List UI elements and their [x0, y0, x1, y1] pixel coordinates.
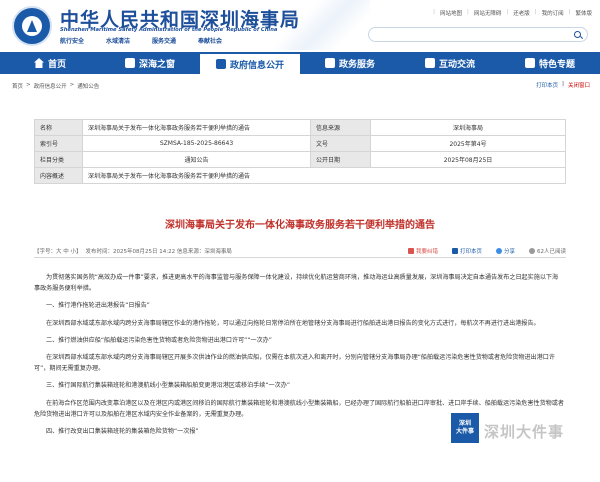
eye-icon [529, 248, 535, 254]
site-header: 中华人民共和国深圳海事局 Shenzhen Maritime Safety Ad… [0, 0, 600, 50]
share-icon [495, 248, 502, 254]
print-icon [451, 248, 458, 254]
watermark-badge: 深圳 大件事 [451, 413, 479, 443]
link-sitemap[interactable]: 网站地图 [440, 9, 462, 17]
chat-icon [424, 58, 435, 68]
nav-home[interactable]: 首页 [0, 52, 100, 74]
slogan: 奉献社会 [198, 38, 223, 45]
error-report-button[interactable]: 我要纠错 [407, 247, 438, 255]
slogan: 航行安全 [60, 38, 85, 45]
topics-icon [524, 58, 535, 68]
table-row: 名称 深圳海事局关于发布一体化海事政务服务若干便利举措的通告 信息来源 深圳海事… [34, 119, 566, 136]
view-count: 62人已阅读 [529, 247, 566, 255]
document-icon [215, 59, 226, 69]
nav-window[interactable]: 深海之窗 [100, 52, 200, 74]
article-meta: 【字号：大 中 小】 发布时间：2025年08月25日 14:22 信息来源：深… [34, 244, 566, 258]
nav-topics[interactable]: 特色专题 [500, 52, 600, 74]
breadcrumb-home[interactable]: 首页 [12, 82, 23, 90]
nav-gov-info[interactable]: 政府信息公开 [200, 52, 300, 74]
search-input[interactable] [368, 27, 588, 42]
print-button[interactable]: 打印本页 [451, 247, 482, 255]
home-icon [33, 58, 44, 68]
site-slogans: 航行安全 水域清洁 服务交通 奉献社会 [60, 36, 222, 45]
table-row: 内容概述 深圳海事局关于发布一体化海事政务服务若干便利举措的通告 [34, 167, 566, 184]
share-button[interactable]: 分享 [495, 247, 515, 255]
table-row: 栏目分类 通知公告 公开日期 2025年08月25日 [34, 151, 566, 168]
font-size-switcher[interactable]: 【字号：大 中 小】 [34, 247, 82, 255]
breadcrumb-gov-info[interactable]: 政府信息公开 [34, 82, 67, 90]
paragraph: 在前海合作区范围内改变靠泊港区以及在港区内或港区间移泊的国际航行集装箱班轮和港澳… [34, 399, 564, 418]
link-accessibility[interactable]: 网站无障碍 [474, 9, 502, 17]
nav-interaction[interactable]: 互动交流 [400, 52, 500, 74]
close-window-link[interactable]: 关闭窗口 [568, 81, 590, 89]
breadcrumb: 首页 > 政府信息公开 > 通知公告 [12, 82, 100, 90]
link-traditional[interactable]: 繁体版 [575, 9, 592, 17]
site-title-en: Shenzhen Maritime Safety Administration … [60, 27, 278, 33]
breadcrumb-notices[interactable]: 通知公告 [77, 82, 99, 90]
search-icon[interactable] [574, 31, 581, 38]
window-icon [124, 58, 135, 68]
section-heading: 三、推行国际航行集装箱班轮和港澳航线小型集装箱船舶变更港沿港区或移泊手续“一次办… [46, 382, 290, 390]
article-body: 为贯彻落实国务院“高效办成一件事”要求，推进更高水平的海事监管与服务保障一体化建… [34, 272, 564, 443]
section-heading: 一、推行港作拖轮进出港报告“日报告” [46, 302, 150, 310]
info-table: 名称 深圳海事局关于发布一体化海事政务服务若干便利举措的通告 信息来源 深圳海事… [34, 119, 566, 184]
paragraph: 在深圳西部水域或东部水域内跨分支海事局辖区开展多次供油作业的燃油供应船，仅需在本… [34, 354, 555, 373]
paragraph: 在深圳西部水域或东部水域内跨分支海事局辖区作业的港作拖轮，可以通过向拖轮日常停泊… [46, 319, 540, 327]
nav-services[interactable]: 政务服务 [300, 52, 400, 74]
msa-logo-icon[interactable] [12, 6, 52, 46]
link-old-version[interactable]: 还老版 [513, 9, 530, 17]
top-links: | 网站地图 | 网站无障碍 | 还老版 | 我的订阅 | 繁体版 [433, 9, 592, 17]
section-heading: 二、推行燃油供应船“船舶载运污染危害性货物或者危险货物进出港口许可”“一次办” [46, 336, 272, 344]
article-title: 深圳海事局关于发布一体化海事政务服务若干便利举措的通告 [165, 220, 435, 231]
main-nav: 首页 深海之窗 政府信息公开 政务服务 互动交流 特色专题 [0, 52, 600, 74]
paragraph: 为贯彻落实国务院“高效办成一件事”要求，推进更高水平的海事监管与服务保障一体化建… [34, 274, 559, 293]
slogan: 水域清洁 [106, 38, 131, 45]
services-icon [324, 58, 335, 68]
slogan: 服务交通 [152, 38, 177, 45]
watermark-text: 深圳大件事 [484, 423, 565, 441]
page-tools: 打印本页 | 关闭窗口 [536, 81, 590, 89]
link-subscription[interactable]: 我的订阅 [542, 9, 564, 17]
publish-info: 发布时间：2025年08月25日 14:22 信息来源：深圳海事局 [85, 249, 232, 255]
table-row: 索引号 SZMSA-185-2025-86643 文号 2025年第4号 [34, 135, 566, 152]
error-icon [407, 248, 414, 254]
print-page-link[interactable]: 打印本页 [536, 81, 558, 89]
